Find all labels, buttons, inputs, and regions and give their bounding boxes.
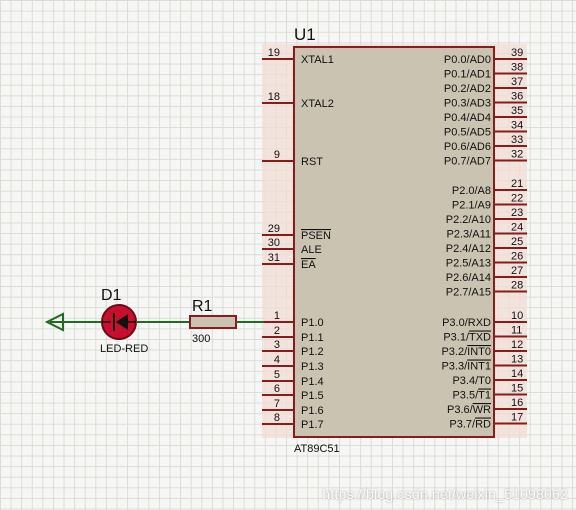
pin-name: P0.1/AD1 (444, 69, 491, 81)
led-reference-label: D1 (101, 287, 122, 304)
pin-name-inverted: INT0 (467, 346, 491, 358)
pin-name: P3.6/WR (447, 404, 491, 416)
pin-name: P1.2 (301, 346, 324, 358)
pin-number: 5 (274, 369, 280, 381)
pin-name: P3.0/RXD (442, 317, 491, 329)
pin-number: 36 (511, 91, 523, 103)
resistor-symbol[interactable] (189, 315, 237, 329)
chip-reference-label: U1 (294, 25, 316, 44)
pin-name: P1.5 (301, 390, 324, 402)
pin-name: P3.2/INT0 (441, 346, 491, 358)
pin-name: P0.7/AD7 (444, 156, 491, 168)
pin-name: P3.5/T1 (452, 390, 491, 402)
pin-name: P2.5/A13 (446, 258, 491, 270)
pin-number: 27 (511, 265, 523, 277)
pin-number: 9 (274, 149, 280, 161)
pin-number: 1 (274, 310, 280, 322)
pin-number: 6 (274, 383, 280, 395)
pin-number: 8 (274, 412, 280, 424)
pin-name-prefix: P3.7/ (449, 419, 476, 431)
pin-number: 10 (511, 310, 523, 322)
pin-number: 12 (511, 339, 523, 351)
pin-name: P1.6 (301, 405, 324, 417)
pin-number: 24 (511, 222, 523, 234)
pin-number: 38 (511, 62, 523, 74)
pin-number: 32 (511, 149, 523, 161)
pin-name: EA (301, 259, 316, 271)
pin-name-inverted: T1 (478, 390, 491, 402)
pin-number: 21 (511, 178, 523, 190)
pin-number: 4 (274, 354, 280, 366)
pin-name-prefix: P3.2/ (441, 346, 468, 358)
pin-number: 15 (511, 383, 523, 395)
pin-number: 39 (511, 47, 523, 59)
schematic-canvas: U1 AT89C51 19XTAL118XTAL29RST29PSEN30ALE… (44, 25, 527, 455)
pin-number: 16 (511, 397, 523, 409)
pin-number: 3 (274, 339, 280, 351)
chip-part-label: AT89C51 (294, 443, 340, 455)
pin-name: P0.5/AD5 (444, 127, 491, 139)
pin-name-inverted: TXD (469, 332, 491, 344)
pin-number: 11 (511, 325, 522, 337)
pin-name-prefix: P3.5/ (452, 390, 479, 402)
pin-number: 17 (511, 412, 523, 424)
pin-name: RST (301, 156, 323, 168)
pin-name: P0.3/AD3 (444, 98, 491, 110)
pin-number: 13 (511, 354, 523, 366)
pin-number: 34 (511, 120, 523, 132)
pin-name: P3.3/INT1 (441, 361, 491, 373)
pin-number: 2 (274, 325, 280, 337)
pin-name-prefix: P3.1/ (443, 332, 470, 344)
pin-name: P1.4 (301, 376, 324, 388)
pin-name: P0.6/AD6 (444, 141, 491, 153)
watermark-text: https://blog.csdn.net/weixin_51098062 (322, 486, 568, 502)
pin-number: 7 (274, 398, 280, 410)
pin-number: 29 (268, 223, 280, 235)
led-circuit: D1 LED-RED R1 300 (44, 287, 264, 355)
pin-name: P2.3/A11 (447, 229, 491, 241)
pin-name-prefix: P3.6/ (447, 404, 474, 416)
pin-number: 23 (511, 207, 523, 219)
pin-name: P3.7/RD (449, 419, 491, 431)
pin-number: 22 (511, 193, 523, 205)
pin-name: P2.6/A14 (446, 272, 491, 284)
pin-name: P1.7 (301, 419, 324, 431)
pin-name: PSEN (301, 230, 331, 242)
pin-number: 30 (268, 237, 280, 249)
pin-name-inverted: WR (473, 404, 491, 416)
pin-name: XTAL2 (301, 98, 334, 110)
pin-name: P1.0 (301, 317, 324, 329)
pin-number: 26 (511, 251, 523, 263)
pin-number: 37 (511, 76, 523, 88)
pin-name-inverted: RD (475, 419, 491, 431)
pin-name: ALE (301, 244, 322, 256)
pin-name: P3.4/T0 (452, 375, 491, 387)
pin-name: P1.3 (301, 361, 324, 373)
pin-number: 33 (511, 134, 523, 146)
pin-number: 25 (511, 236, 523, 248)
pin-name: P1.1 (301, 332, 324, 344)
pin-name: P2.2/A10 (446, 214, 491, 226)
pin-name: P2.4/A12 (446, 243, 491, 255)
pin-name: P2.0/A8 (452, 185, 491, 197)
resistor-reference-label: R1 (192, 298, 213, 315)
pin-name: P2.1/A9 (452, 200, 491, 212)
resistor-value-label: 300 (192, 333, 210, 345)
pin-name: P0.2/AD2 (444, 83, 491, 95)
pin-name: P0.0/AD0 (444, 54, 491, 66)
pin-number: 35 (511, 105, 523, 117)
pin-name: P2.7/A15 (446, 287, 491, 299)
pin-name-prefix: P3.3/ (441, 361, 468, 373)
led-part-label: LED-RED (100, 343, 148, 355)
pin-number: 28 (511, 280, 523, 292)
pin-name-inverted: INT1 (467, 361, 491, 373)
pin-name: P3.1/TXD (443, 332, 491, 344)
pin-name: XTAL1 (301, 54, 334, 66)
pin-number: 14 (511, 368, 523, 380)
led-symbol[interactable] (101, 304, 137, 340)
pin-number: 31 (268, 252, 280, 264)
pin-name: P0.4/AD4 (444, 112, 491, 124)
pin-number: 19 (268, 47, 280, 59)
pin-number: 18 (268, 91, 280, 103)
